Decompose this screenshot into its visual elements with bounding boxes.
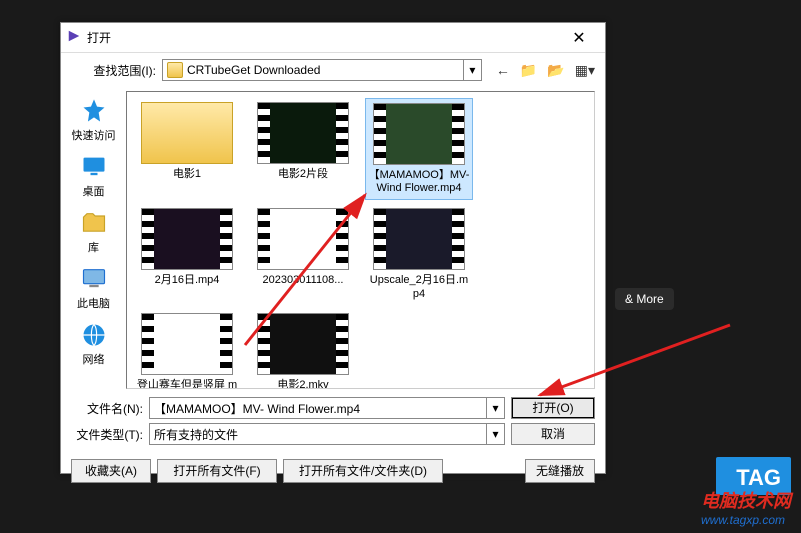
open-button[interactable]: 打开(O): [511, 397, 595, 419]
open-all-files-button[interactable]: 打开所有文件(F): [157, 459, 277, 483]
video-thumbnail: [257, 208, 349, 270]
places-item-label: 快速访问: [64, 127, 124, 143]
video-thumbnail: [257, 102, 349, 164]
places-item[interactable]: 网络: [64, 321, 124, 367]
network-icon: [80, 321, 108, 349]
star-icon: [80, 97, 108, 125]
file-area[interactable]: 电影1 电影2片段 【MAMAMOO】MV- Wind Flower.mp4 2…: [126, 91, 595, 389]
filename-label: 文件名(N):: [71, 400, 143, 417]
chevron-down-icon[interactable]: ▾: [463, 60, 481, 80]
open-dialog: 打开 ✕ 查找范围(I): CRTubeGet Downloaded ▾ ← 📁…: [60, 22, 606, 474]
filename-value: 【MAMAMOO】MV- Wind Flower.mp4: [154, 400, 486, 417]
file-label: 202303011108...: [251, 274, 355, 287]
places-item-label: 此电脑: [64, 295, 124, 311]
chevron-down-icon[interactable]: ▾: [486, 424, 504, 444]
places-item[interactable]: 桌面: [64, 153, 124, 199]
file-label: 登山赛车但是竖屏 mp4: [135, 379, 239, 389]
new-folder-icon[interactable]: 📂: [547, 62, 564, 79]
file-item[interactable]: 登山赛车但是竖屏 mp4: [133, 309, 241, 389]
more-badge: & More: [615, 288, 674, 310]
up-folder-icon[interactable]: 📁: [520, 62, 537, 79]
video-thumbnail: [141, 208, 233, 270]
file-label: 【MAMAMOO】MV- Wind Flower.mp4: [368, 169, 470, 195]
file-item[interactable]: 【MAMAMOO】MV- Wind Flower.mp4: [365, 98, 473, 200]
lookin-value: CRTubeGet Downloaded: [187, 63, 463, 77]
file-item[interactable]: 2月16日.mp4: [133, 204, 241, 304]
filename-input[interactable]: 【MAMAMOO】MV- Wind Flower.mp4 ▾: [149, 397, 505, 419]
file-label: 电影1: [135, 168, 239, 181]
chevron-down-icon[interactable]: ▾: [486, 398, 504, 418]
places-item[interactable]: 快速访问: [64, 97, 124, 143]
titlebar: 打开 ✕: [61, 23, 605, 53]
video-thumbnail: [141, 313, 233, 375]
file-item[interactable]: 电影1: [133, 98, 241, 200]
file-item[interactable]: 电影2片段: [249, 98, 357, 200]
library-icon: [80, 209, 108, 237]
view-menu-icon[interactable]: ▦▾: [575, 62, 595, 79]
desktop-icon: [80, 153, 108, 181]
file-label: 2月16日.mp4: [135, 274, 239, 287]
watermark-url: www.tagxp.com: [701, 513, 791, 527]
body-area: 快速访问 桌面 库 此电脑 网络 电影1 电影2片段 【MAMAMOO】MV- …: [61, 87, 605, 393]
video-thumbnail: [373, 208, 465, 270]
pc-icon: [80, 265, 108, 293]
places-bar: 快速访问 桌面 库 此电脑 网络: [61, 87, 126, 393]
watermark: 电脑技术网 www.tagxp.com: [701, 487, 791, 527]
close-button[interactable]: ✕: [559, 28, 599, 48]
cancel-button[interactable]: 取消: [511, 423, 595, 445]
bottom-bar: 收藏夹(A) 打开所有文件(F) 打开所有文件/文件夹(D) 无缝播放: [61, 451, 605, 491]
watermark-site: 电脑技术网: [701, 487, 791, 513]
lookin-row: 查找范围(I): CRTubeGet Downloaded ▾ ← 📁 📂 ▦▾: [61, 53, 605, 87]
lookin-combo[interactable]: CRTubeGet Downloaded ▾: [162, 59, 482, 81]
filetype-value: 所有支持的文件: [154, 426, 486, 443]
video-thumbnail: [257, 313, 349, 375]
seamless-play-button[interactable]: 无缝播放: [525, 459, 595, 483]
places-item-label: 库: [64, 239, 124, 255]
file-item[interactable]: Upscale_2月16日.mp4: [365, 204, 473, 304]
file-label: Upscale_2月16日.mp4: [367, 274, 471, 300]
folder-icon: [167, 62, 183, 78]
file-item[interactable]: 电影2.mkv: [249, 309, 357, 389]
dialog-title: 打开: [87, 29, 559, 46]
places-item-label: 桌面: [64, 183, 124, 199]
back-icon[interactable]: ←: [496, 62, 510, 79]
filetype-combo[interactable]: 所有支持的文件 ▾: [149, 423, 505, 445]
places-item[interactable]: 库: [64, 209, 124, 255]
nav-icons: ← 📁 📂 ▦▾: [488, 62, 595, 79]
open-all-folders-button[interactable]: 打开所有文件/文件夹(D): [283, 459, 443, 483]
file-item[interactable]: 202303011108...: [249, 204, 357, 304]
lookin-label: 查找范围(I):: [71, 62, 156, 79]
places-item[interactable]: 此电脑: [64, 265, 124, 311]
favorites-button[interactable]: 收藏夹(A): [71, 459, 151, 483]
places-item-label: 网络: [64, 351, 124, 367]
filetype-label: 文件类型(T):: [71, 426, 143, 443]
file-label: 电影2片段: [251, 168, 355, 181]
video-thumbnail: [373, 103, 465, 165]
app-icon: [67, 29, 81, 46]
folder-icon: [141, 102, 233, 164]
form-rows: 文件名(N): 【MAMAMOO】MV- Wind Flower.mp4 ▾ 打…: [61, 397, 605, 445]
file-label: 电影2.mkv: [251, 379, 355, 389]
